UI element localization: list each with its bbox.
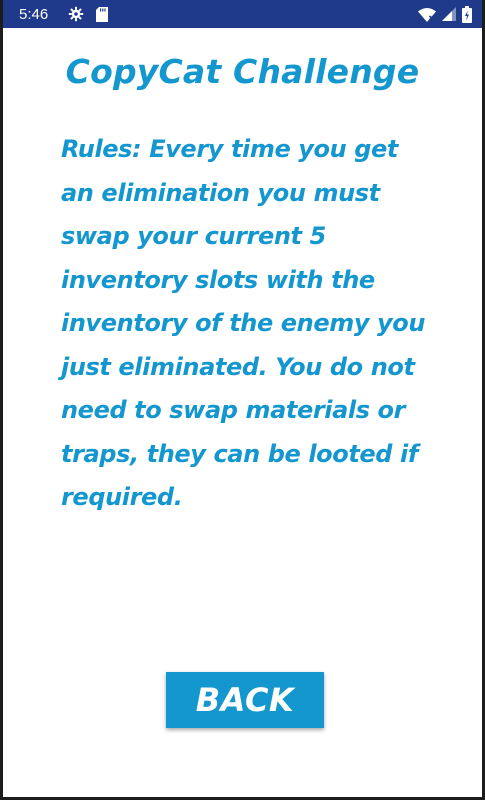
status-bar: 5:46 xyxy=(3,0,482,28)
app-screen: 5:46 CopyCat Challenge Rules: Every time… xyxy=(0,0,485,800)
battery-icon xyxy=(462,5,472,23)
cell-signal-icon xyxy=(442,7,456,21)
status-time: 5:46 xyxy=(19,5,49,23)
gear-icon xyxy=(68,6,84,22)
sd-card-icon xyxy=(96,6,109,22)
page-title: CopyCat Challenge xyxy=(65,52,420,91)
rules-text: Rules: Every time you get an elimination… xyxy=(61,135,426,511)
wifi-icon xyxy=(418,7,436,22)
status-right-icons xyxy=(418,5,472,23)
status-left-icons xyxy=(68,6,109,22)
back-button[interactable]: BACK xyxy=(166,672,324,728)
